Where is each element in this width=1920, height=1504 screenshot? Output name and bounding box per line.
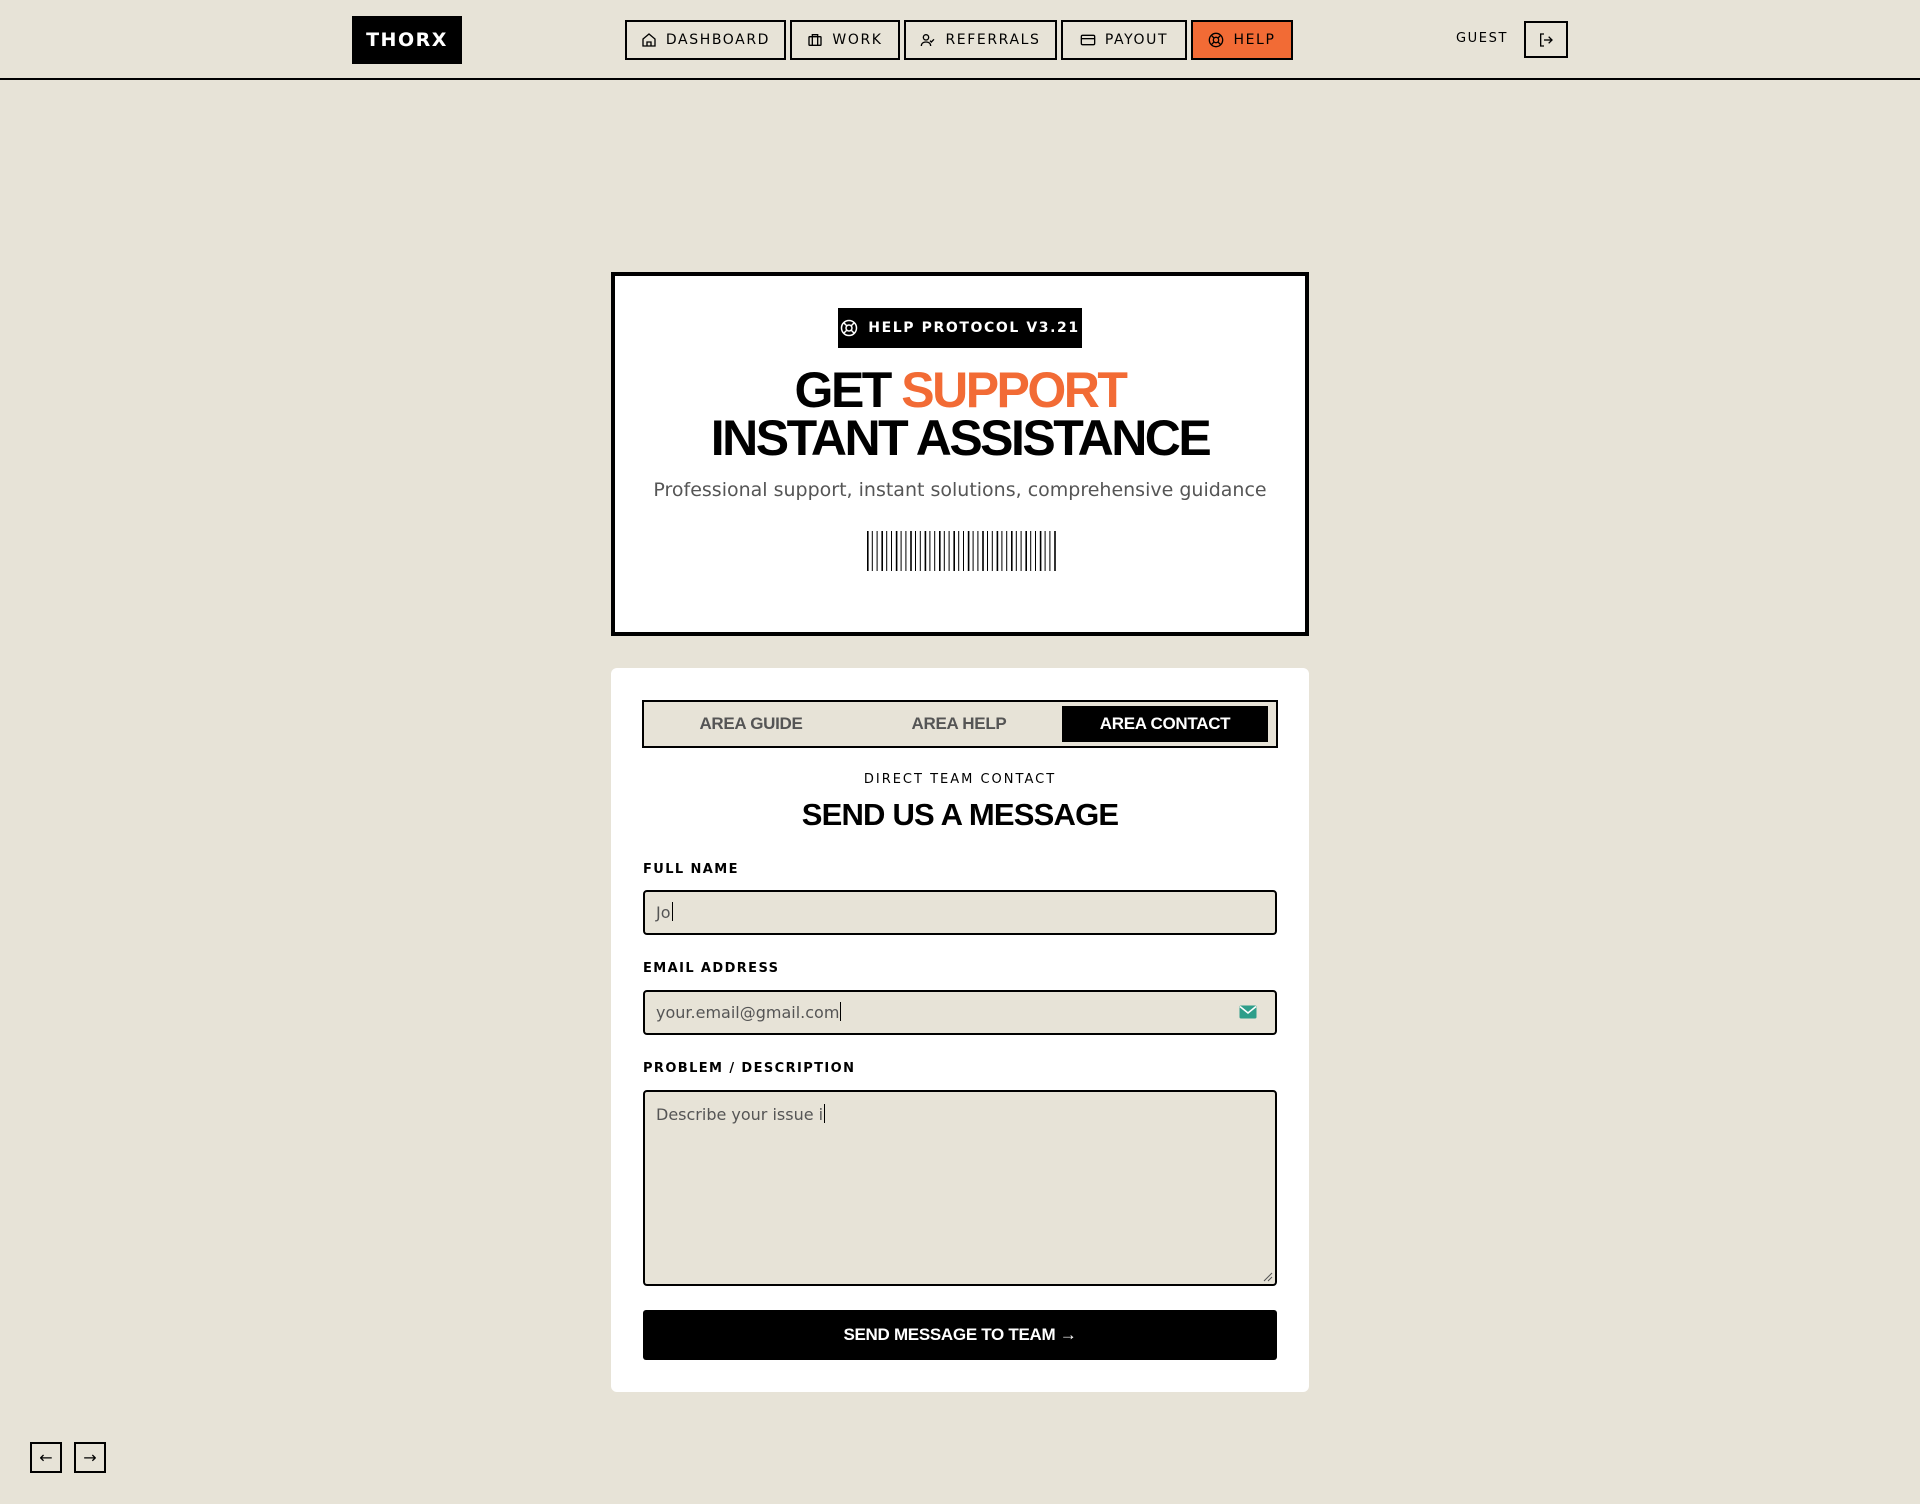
contact-form-card: AREA GUIDE AREA HELP AREA CONTACT DIRECT…	[611, 668, 1309, 1392]
nav-payout-button[interactable]: PAYOUT	[1061, 20, 1187, 60]
barcode-stripe	[900, 531, 902, 571]
barcode-stripe	[876, 531, 878, 571]
barcode-stripe	[1020, 531, 1022, 571]
email-value: your.email@gmail.com	[656, 1003, 840, 1022]
barcode-graphic	[867, 531, 1056, 571]
nav-work-label: WORK	[832, 32, 883, 48]
problem-label: PROBLEM / DESCRIPTION	[643, 1061, 856, 1076]
barcode-stripe	[910, 531, 912, 571]
form-title: SEND US A MESSAGE	[801, 797, 1119, 832]
barcode-stripe	[905, 531, 907, 571]
barcode-stripe	[924, 531, 927, 571]
barcode-stripe	[982, 531, 984, 571]
text-caret	[824, 1104, 826, 1123]
lifebuoy-icon	[1209, 32, 1224, 48]
top-navigation-bar: THORX DASHBOARD WORK REFERRALS PAYOUT HE…	[0, 0, 1920, 80]
briefcase-icon	[808, 34, 823, 46]
logo[interactable]: THORX	[352, 16, 462, 64]
protocol-badge: HELP PROTOCOL V3.21	[838, 308, 1082, 348]
barcode-stripe	[934, 531, 936, 571]
logout-icon	[1540, 32, 1553, 47]
next-arrow-button[interactable]: →	[74, 1442, 106, 1473]
resize-handle-icon[interactable]	[1263, 1272, 1273, 1282]
barcode-stripe	[963, 531, 964, 571]
barcode-stripe	[881, 531, 883, 571]
prev-arrow-button[interactable]: ←	[30, 1442, 62, 1473]
email-label: EMAIL ADDRESS	[643, 961, 780, 976]
barcode-stripe	[987, 531, 988, 571]
nav-referrals-label: REFERRALS	[945, 32, 1041, 48]
form-eyebrow: DIRECT TEAM CONTACT	[863, 772, 1057, 787]
barcode-stripe	[958, 531, 960, 571]
barcode-stripe	[871, 531, 873, 571]
problem-textarea[interactable]: Describe your issue i	[643, 1090, 1277, 1286]
barcode-stripe	[1030, 531, 1032, 571]
tab-area-help[interactable]: AREA HELP	[856, 706, 1062, 742]
barcode-stripe	[943, 531, 945, 571]
barcode-stripe	[886, 531, 888, 571]
barcode-stripe	[1011, 531, 1013, 571]
nav-work-button[interactable]: WORK	[790, 20, 900, 60]
text-caret	[671, 902, 673, 921]
barcode-stripe	[1054, 531, 1056, 571]
full-name-value: Jo	[656, 903, 671, 922]
barcode-stripe	[1035, 531, 1036, 571]
home-icon	[642, 33, 656, 47]
barcode-stripe	[953, 531, 955, 571]
hero-title-line2: INSTANT ASSISTANCE	[710, 410, 1212, 466]
lifebuoy-icon	[841, 319, 858, 337]
full-name-input[interactable]: Jo	[643, 890, 1277, 935]
nav-payout-label: PAYOUT	[1104, 32, 1169, 48]
barcode-stripe	[867, 531, 869, 571]
barcode-stripe	[915, 531, 916, 571]
barcode-stripe	[1015, 531, 1017, 571]
barcode-stripe	[929, 531, 931, 571]
hero-title: GET SUPPORT INSTANT ASSISTANCE	[615, 365, 1305, 466]
barcode-stripe	[1006, 531, 1008, 571]
barcode-stripe	[948, 531, 950, 571]
hero-card: HELP PROTOCOL V3.21 GET SUPPORT INSTANT …	[611, 272, 1309, 636]
nav-dashboard-button[interactable]: DASHBOARD	[625, 20, 786, 60]
problem-value: Describe your issue i	[656, 1105, 824, 1124]
credit-card-icon	[1080, 34, 1096, 46]
badge-label: HELP PROTOCOL V3.21	[868, 320, 1080, 336]
barcode-stripe	[991, 531, 993, 571]
user-label: GUEST	[1456, 31, 1508, 46]
hero-subtitle: Professional support, instant solutions,…	[653, 479, 1267, 501]
barcode-stripe	[1039, 531, 1042, 571]
nav-help-button[interactable]: HELP	[1191, 20, 1293, 60]
barcode-stripe	[919, 531, 921, 571]
nav-help-label: HELP	[1233, 32, 1276, 48]
user-plus-icon	[921, 34, 935, 47]
tab-area-contact[interactable]: AREA CONTACT	[1062, 706, 1268, 742]
nav-referrals-button[interactable]: REFERRALS	[904, 20, 1057, 60]
send-message-button[interactable]: SEND MESSAGE TO TEAM →	[643, 1310, 1277, 1360]
tab-area-guide[interactable]: AREA GUIDE	[648, 706, 854, 742]
area-tabs: AREA GUIDE AREA HELP AREA CONTACT	[642, 700, 1278, 748]
barcode-stripe	[895, 531, 898, 571]
logout-button[interactable]	[1524, 21, 1568, 58]
barcode-stripe	[977, 531, 979, 571]
barcode-stripe	[1049, 531, 1051, 571]
barcode-stripe	[996, 531, 999, 571]
mail-icon	[1239, 1005, 1257, 1019]
barcode-stripe	[1025, 531, 1027, 571]
full-name-label: FULL NAME	[643, 862, 739, 877]
barcode-stripe	[1044, 531, 1046, 571]
email-input[interactable]: your.email@gmail.com	[643, 990, 1277, 1035]
barcode-stripe	[939, 531, 941, 571]
barcode-stripe	[891, 531, 892, 571]
barcode-stripe	[967, 531, 970, 571]
barcode-stripe	[1001, 531, 1003, 571]
barcode-stripe	[972, 531, 974, 571]
nav-dashboard-label: DASHBOARD	[665, 32, 771, 48]
text-caret	[840, 1002, 842, 1021]
